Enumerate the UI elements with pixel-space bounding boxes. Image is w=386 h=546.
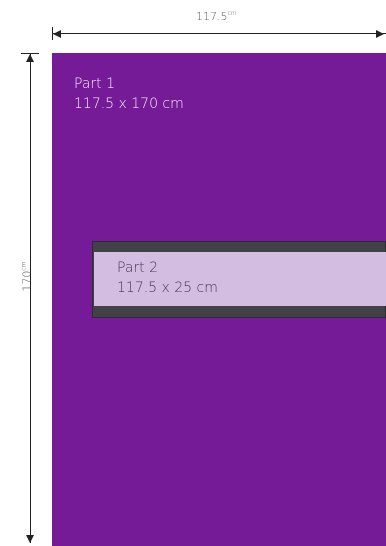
width-dimension-value: 117.5 bbox=[196, 10, 228, 23]
width-dimension-label: 117.5cm bbox=[196, 10, 237, 23]
width-dimension-unit: cm bbox=[227, 10, 237, 17]
down-arrow-icon bbox=[26, 535, 34, 543]
left-arrow-icon bbox=[53, 30, 61, 38]
part-1-name: Part 1 bbox=[74, 76, 115, 92]
height-dimension-value: 170 bbox=[20, 270, 34, 292]
part-1-label: Part 1 117.5 x 170 cm bbox=[74, 74, 184, 114]
width-dimension-line bbox=[52, 33, 386, 34]
part-2-size: 117.5 x 25 cm bbox=[117, 280, 218, 296]
height-dimension-unit: cm bbox=[20, 261, 28, 271]
part-2-name: Part 2 bbox=[117, 260, 158, 276]
part-2-label: Part 2 117.5 x 25 cm bbox=[117, 258, 218, 298]
up-arrow-icon bbox=[26, 54, 34, 62]
part-1-size: 117.5 x 170 cm bbox=[74, 96, 184, 112]
right-arrow-icon bbox=[376, 30, 384, 38]
height-dimension-line bbox=[30, 54, 31, 543]
height-dimension-label: 170cm bbox=[21, 261, 34, 291]
